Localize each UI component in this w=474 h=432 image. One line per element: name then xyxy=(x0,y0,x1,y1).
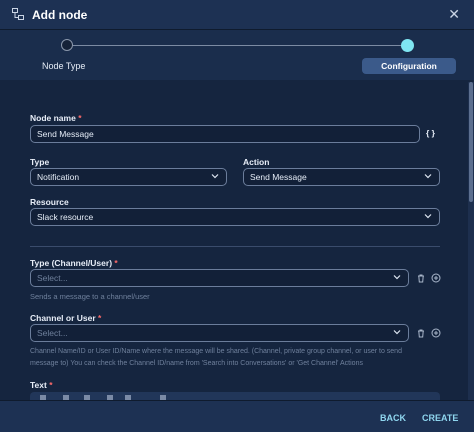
chevron-down-icon xyxy=(211,174,219,179)
type-select-value: Notification xyxy=(37,172,80,182)
type-channel-user-helper: Sends a message to a channel/user xyxy=(30,292,150,301)
chevron-down-icon xyxy=(424,214,432,219)
dialog-title: Add node xyxy=(32,8,88,22)
scrollbar-thumb[interactable] xyxy=(469,82,473,202)
chevron-down-icon xyxy=(393,275,401,280)
channel-or-user-label: Channel or User * xyxy=(30,313,102,323)
action-select-value: Send Message xyxy=(250,172,307,182)
action-select[interactable]: Send Message xyxy=(243,168,440,186)
create-button[interactable]: CREATE xyxy=(422,413,458,423)
chevron-down-icon xyxy=(393,330,401,335)
step-node-type-dot[interactable] xyxy=(61,39,73,51)
stepper-line xyxy=(67,45,407,46)
stepper: Node Type Configuration xyxy=(0,30,474,80)
trash-icon[interactable] xyxy=(416,273,426,283)
add-circle-icon[interactable] xyxy=(431,273,441,283)
expression-icon[interactable]: { } xyxy=(426,128,435,138)
dialog-footer: BACK CREATE xyxy=(0,400,474,432)
channel-or-user-helper-line2: message to) You can check the Channel ID… xyxy=(30,360,363,367)
channel-or-user-placeholder: Select... xyxy=(37,328,68,338)
node-name-label: Node name * xyxy=(30,113,82,123)
type-channel-user-select[interactable]: Select... xyxy=(30,269,409,287)
dialog-header: Add node ✕ xyxy=(0,0,474,30)
action-label: Action xyxy=(243,157,270,167)
form-content: Node name * Send Message { } Type Notifi… xyxy=(0,82,474,400)
step-configuration-dot[interactable] xyxy=(401,39,414,52)
chevron-down-icon xyxy=(424,174,432,179)
type-channel-user-label: Type (Channel/User) * xyxy=(30,258,118,268)
type-label: Type xyxy=(30,157,50,167)
type-channel-user-placeholder: Select... xyxy=(37,273,68,283)
back-button[interactable]: BACK xyxy=(380,413,406,423)
add-circle-icon[interactable] xyxy=(431,328,441,338)
node-icon xyxy=(12,8,24,20)
type-select[interactable]: Notification xyxy=(30,168,227,186)
channel-or-user-select[interactable]: Select... xyxy=(30,324,409,342)
resource-select[interactable]: Slack resource xyxy=(30,208,440,226)
trash-icon[interactable] xyxy=(416,328,426,338)
node-name-input[interactable]: Send Message xyxy=(30,125,420,143)
resource-label: Resource xyxy=(30,197,69,207)
step-node-type-label[interactable]: Node Type xyxy=(42,61,85,71)
close-icon[interactable]: ✕ xyxy=(448,6,460,23)
section-divider xyxy=(30,246,440,247)
resource-select-value: Slack resource xyxy=(37,212,94,222)
content-scrollbar[interactable] xyxy=(468,82,474,400)
text-label: Text * xyxy=(30,380,53,390)
channel-or-user-helper-line1: Channel Name/ID or User ID/Name where th… xyxy=(30,348,402,355)
text-editor-toolbar xyxy=(30,392,440,400)
step-configuration-label[interactable]: Configuration xyxy=(362,58,456,74)
